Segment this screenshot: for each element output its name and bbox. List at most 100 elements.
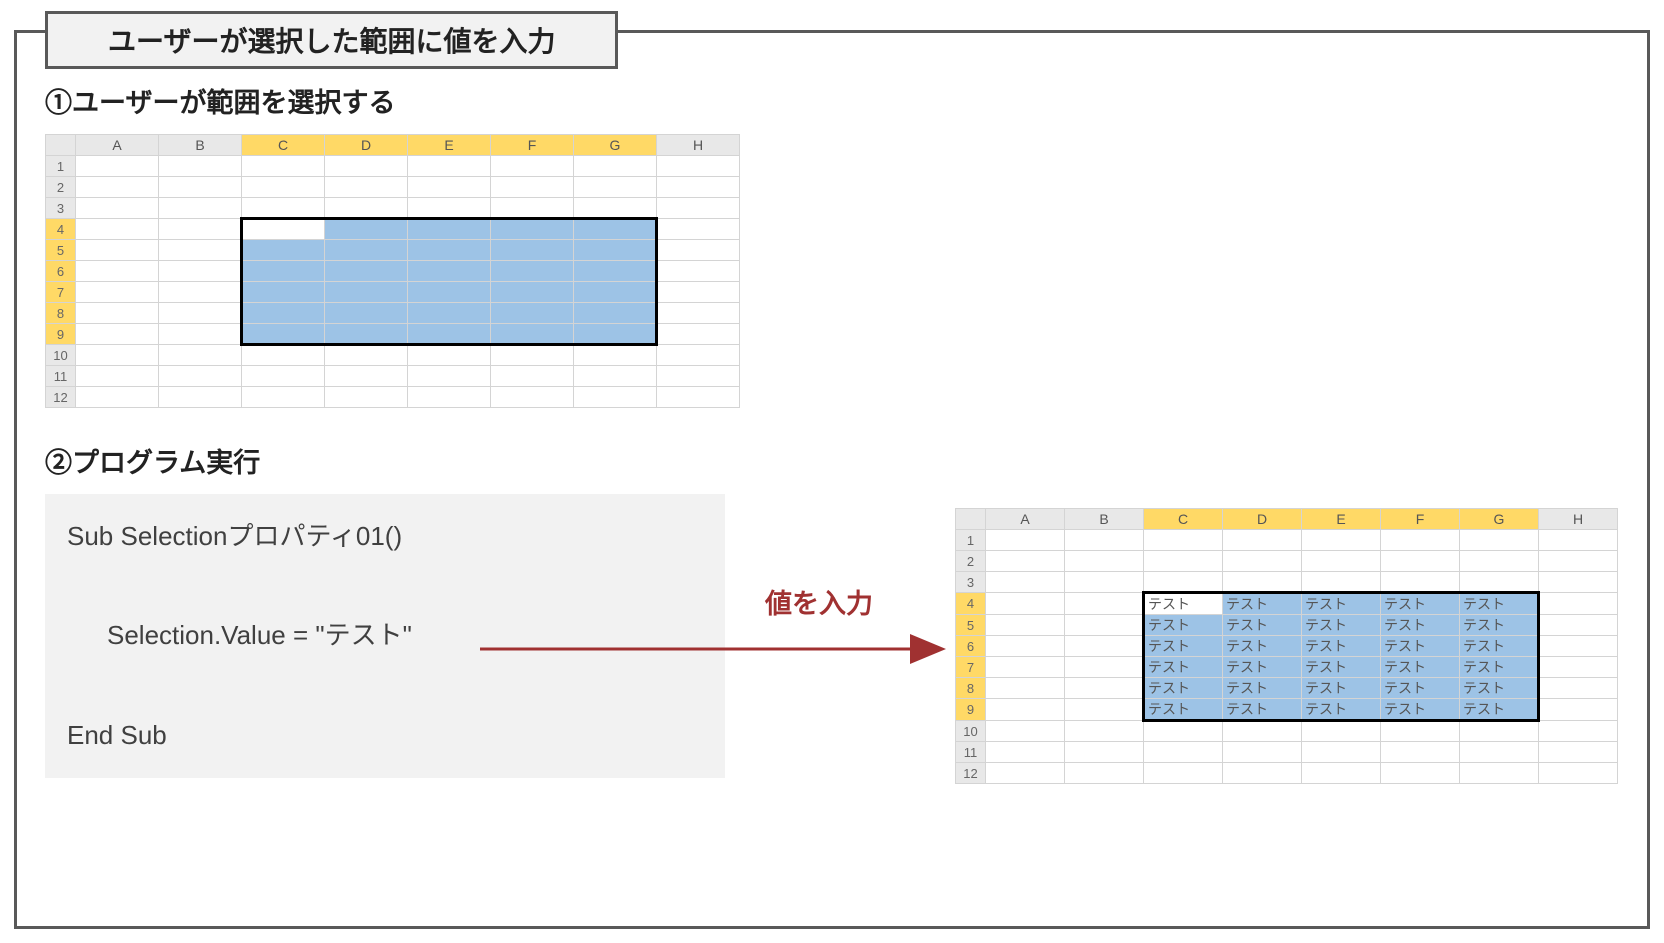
cell[interactable] bbox=[76, 282, 159, 303]
cell[interactable] bbox=[1539, 593, 1618, 615]
cell[interactable] bbox=[76, 345, 159, 366]
cell[interactable] bbox=[76, 156, 159, 177]
cell[interactable] bbox=[1539, 530, 1618, 551]
cell[interactable] bbox=[657, 366, 740, 387]
cell[interactable]: テスト bbox=[1460, 699, 1539, 721]
cell[interactable] bbox=[1302, 721, 1381, 742]
cell[interactable]: テスト bbox=[1144, 678, 1223, 699]
cell[interactable]: テスト bbox=[1223, 636, 1302, 657]
cell[interactable] bbox=[1539, 742, 1618, 763]
cell[interactable] bbox=[242, 219, 325, 240]
cell[interactable] bbox=[1065, 763, 1144, 784]
cell[interactable] bbox=[491, 366, 574, 387]
row-header[interactable]: 3 bbox=[956, 572, 986, 593]
cell[interactable]: テスト bbox=[1381, 678, 1460, 699]
cell[interactable]: テスト bbox=[1381, 615, 1460, 636]
cell[interactable]: テスト bbox=[1223, 657, 1302, 678]
cell[interactable] bbox=[1302, 551, 1381, 572]
cell[interactable]: テスト bbox=[1460, 615, 1539, 636]
cell[interactable] bbox=[408, 282, 491, 303]
cell[interactable] bbox=[408, 366, 491, 387]
row-header[interactable]: 9 bbox=[956, 699, 986, 721]
cell[interactable] bbox=[657, 303, 740, 324]
cell[interactable] bbox=[1539, 721, 1618, 742]
cell[interactable] bbox=[491, 282, 574, 303]
cell[interactable] bbox=[325, 324, 408, 345]
cell[interactable] bbox=[242, 177, 325, 198]
cell[interactable] bbox=[491, 198, 574, 219]
row-header[interactable]: 9 bbox=[46, 324, 76, 345]
col-header[interactable]: E bbox=[408, 135, 491, 156]
row-header[interactable]: 2 bbox=[46, 177, 76, 198]
cell[interactable] bbox=[242, 345, 325, 366]
cell[interactable] bbox=[325, 345, 408, 366]
cell[interactable] bbox=[657, 198, 740, 219]
cell[interactable] bbox=[1065, 721, 1144, 742]
cell[interactable] bbox=[1302, 763, 1381, 784]
cell[interactable] bbox=[1381, 763, 1460, 784]
cell[interactable] bbox=[986, 593, 1065, 615]
cell[interactable] bbox=[159, 261, 242, 282]
col-header[interactable]: B bbox=[1065, 509, 1144, 530]
cell[interactable] bbox=[408, 261, 491, 282]
row-header[interactable]: 11 bbox=[46, 366, 76, 387]
cell[interactable] bbox=[657, 345, 740, 366]
cell[interactable] bbox=[574, 240, 657, 261]
cell[interactable] bbox=[1381, 742, 1460, 763]
cell[interactable] bbox=[76, 177, 159, 198]
cell[interactable] bbox=[491, 387, 574, 408]
cell[interactable] bbox=[1065, 742, 1144, 763]
cell[interactable] bbox=[574, 387, 657, 408]
col-header[interactable]: A bbox=[986, 509, 1065, 530]
row-header[interactable]: 1 bbox=[956, 530, 986, 551]
cell[interactable] bbox=[408, 345, 491, 366]
cell[interactable] bbox=[1144, 551, 1223, 572]
cell[interactable] bbox=[1302, 742, 1381, 763]
cell[interactable] bbox=[1065, 657, 1144, 678]
cell[interactable] bbox=[242, 282, 325, 303]
cell[interactable] bbox=[574, 345, 657, 366]
row-header[interactable]: 8 bbox=[956, 678, 986, 699]
cell[interactable] bbox=[159, 282, 242, 303]
cell[interactable]: テスト bbox=[1144, 657, 1223, 678]
row-header[interactable]: 3 bbox=[46, 198, 76, 219]
cell[interactable] bbox=[657, 240, 740, 261]
cell[interactable] bbox=[491, 303, 574, 324]
cell[interactable] bbox=[574, 261, 657, 282]
cell[interactable] bbox=[159, 366, 242, 387]
cell[interactable] bbox=[986, 551, 1065, 572]
cell[interactable] bbox=[76, 261, 159, 282]
cell[interactable] bbox=[1381, 551, 1460, 572]
cell[interactable]: テスト bbox=[1223, 615, 1302, 636]
cell[interactable]: テスト bbox=[1223, 699, 1302, 721]
cell[interactable] bbox=[1065, 678, 1144, 699]
cell[interactable] bbox=[491, 261, 574, 282]
cell[interactable] bbox=[986, 572, 1065, 593]
cell[interactable] bbox=[1539, 615, 1618, 636]
row-header[interactable]: 11 bbox=[956, 742, 986, 763]
cell[interactable] bbox=[325, 282, 408, 303]
cell[interactable] bbox=[159, 324, 242, 345]
cell[interactable] bbox=[657, 324, 740, 345]
cell[interactable] bbox=[1302, 530, 1381, 551]
cell[interactable] bbox=[159, 198, 242, 219]
cell[interactable] bbox=[574, 303, 657, 324]
col-header[interactable]: C bbox=[242, 135, 325, 156]
cell[interactable] bbox=[1065, 551, 1144, 572]
cell[interactable] bbox=[408, 177, 491, 198]
cell[interactable] bbox=[1460, 742, 1539, 763]
cell[interactable] bbox=[76, 324, 159, 345]
col-header[interactable]: F bbox=[1381, 509, 1460, 530]
col-header[interactable]: C bbox=[1144, 509, 1223, 530]
cell[interactable] bbox=[408, 198, 491, 219]
cell[interactable] bbox=[1381, 530, 1460, 551]
cell[interactable] bbox=[408, 387, 491, 408]
col-header[interactable]: A bbox=[76, 135, 159, 156]
cell[interactable] bbox=[408, 219, 491, 240]
cell[interactable] bbox=[1065, 593, 1144, 615]
cell[interactable] bbox=[657, 177, 740, 198]
cell[interactable]: テスト bbox=[1302, 636, 1381, 657]
cell[interactable] bbox=[408, 303, 491, 324]
cell[interactable] bbox=[1460, 721, 1539, 742]
cell[interactable] bbox=[242, 198, 325, 219]
